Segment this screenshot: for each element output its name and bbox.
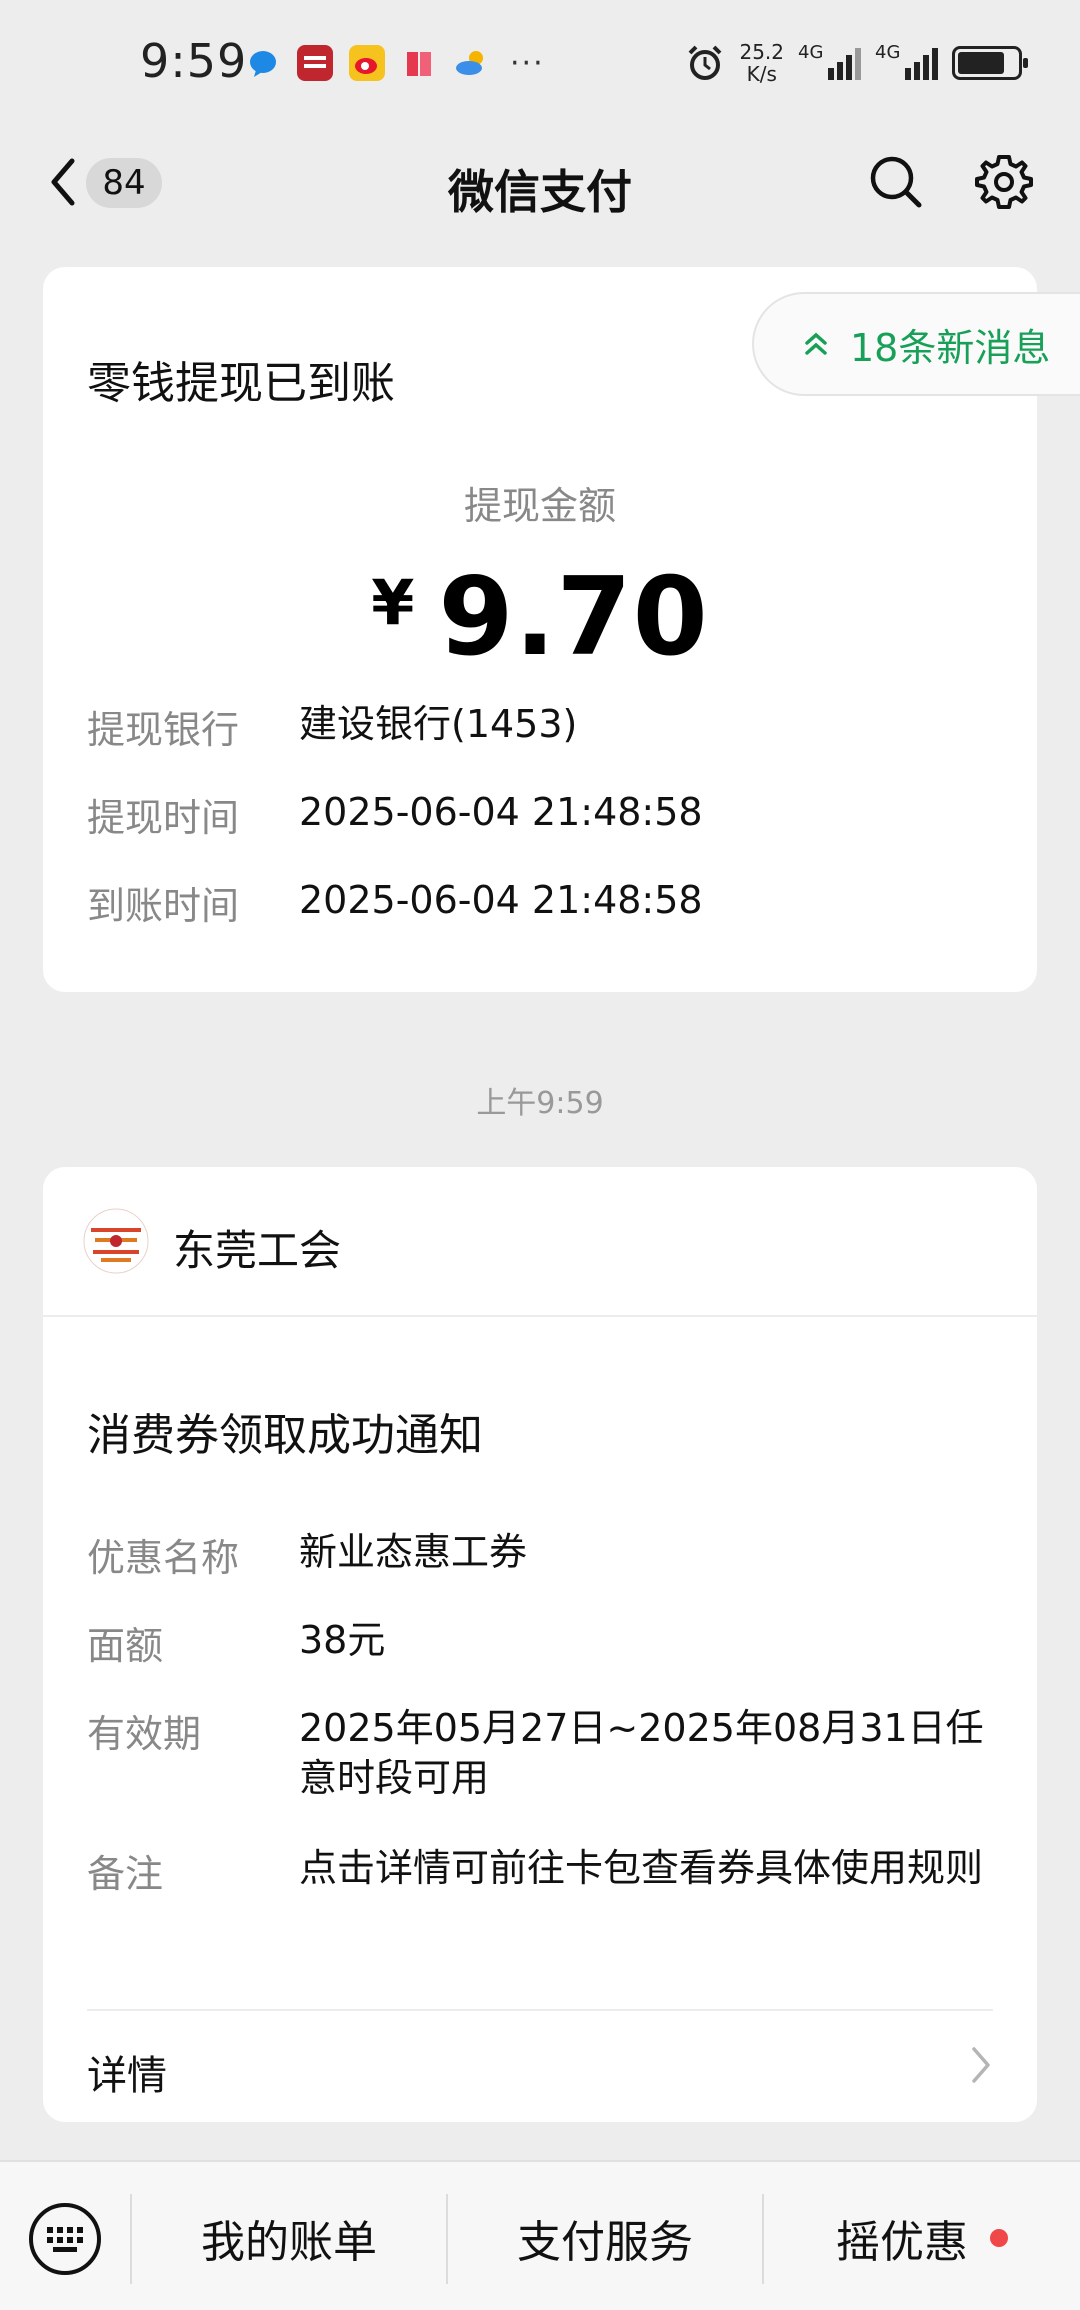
info-key: 提现时间 — [87, 796, 240, 840]
alarm-icon — [689, 45, 722, 80]
amount-value: 9.70 — [438, 555, 709, 680]
status-bar: 9:59 ··· 25.2 K/s 4G 4G — [0, 0, 1080, 120]
weather-icon — [456, 51, 483, 75]
battery-icon — [952, 46, 1028, 80]
info-key: 有效期 — [87, 1712, 202, 1756]
settings-button[interactable] — [974, 150, 1034, 214]
menu-payment-services[interactable]: 支付服务 — [448, 2190, 762, 2286]
info-value: 2025年05月27日~2025年08月31日任意时段可用 — [299, 1706, 984, 1800]
info-key: 到账时间 — [87, 884, 240, 928]
info-value: 点击详情可前往卡包查看券具体使用规则 — [299, 1846, 984, 1890]
info-value: 建设银行(1453) — [299, 702, 578, 746]
chevron-right-icon — [972, 2047, 990, 2083]
official-account-header[interactable]: 东莞工会 — [43, 1167, 1037, 1317]
keyboard-toggle-button[interactable] — [28, 2202, 102, 2276]
nav-bar: 84 微信支付 — [0, 120, 1080, 245]
weibo-icon — [349, 45, 385, 81]
menu-shake-offers-label: 摇优惠 — [836, 2217, 968, 2268]
info-value: 2025-06-04 21:48:58 — [299, 790, 703, 834]
signal-sim1-icon: 4G — [798, 42, 861, 80]
gear-icon — [975, 155, 1033, 209]
info-key: 备注 — [87, 1852, 164, 1896]
search-button[interactable] — [866, 150, 926, 214]
official-account-name: 东莞工会 — [173, 1226, 342, 1275]
new-messages-button[interactable]: 18条新消息 — [752, 292, 1080, 396]
details-link[interactable]: 详情 — [87, 2017, 993, 2117]
notification-dot — [990, 2229, 1008, 2247]
withdrawal-heading: 零钱提现已到账 — [87, 358, 395, 409]
info-value: 新业态惠工券 — [299, 1530, 528, 1574]
card-divider — [87, 2009, 993, 2011]
search-icon — [870, 156, 922, 208]
withdrawal-amount: ¥9.70 — [43, 555, 1037, 680]
messages-icon — [250, 51, 276, 77]
info-key: 面额 — [87, 1624, 164, 1668]
union-logo-icon — [83, 1208, 149, 1274]
network-speed: 25.2 K/s — [739, 40, 784, 86]
menu-my-bills[interactable]: 我的账单 — [132, 2190, 446, 2286]
signal-sim2-icon: 4G — [875, 42, 938, 80]
double-chevron-up-icon — [805, 332, 827, 355]
info-value: 38元 — [299, 1618, 386, 1662]
more-notifications: ··· — [510, 45, 545, 81]
info-key: 优惠名称 — [87, 1536, 240, 1580]
system-indicators: 25.2 K/s 4G 4G — [685, 38, 1028, 88]
book-app-icon — [407, 52, 431, 76]
currency-symbol: ¥ — [371, 566, 415, 639]
menu-shake-offers[interactable]: 摇优惠 — [764, 2190, 1080, 2286]
info-value: 2025-06-04 21:48:58 — [299, 878, 703, 922]
bottom-menu-bar: 我的账单 支付服务 摇优惠 — [0, 2160, 1080, 2310]
new-messages-label: 18条新消息 — [850, 325, 1051, 370]
amount-label: 提现金额 — [463, 484, 616, 528]
info-key: 提现银行 — [87, 708, 240, 752]
notification-icons: ··· — [244, 44, 545, 82]
message-timestamp: 上午9:59 — [476, 1086, 604, 1121]
keyboard-icon — [29, 2203, 101, 2275]
leishen-app-icon — [297, 45, 333, 81]
coupon-notice-card[interactable]: 东莞工会 消费券领取成功通知 优惠名称 新业态惠工券 面额 38元 有效期 20… — [43, 1167, 1037, 2122]
details-label: 详情 — [87, 2053, 167, 2099]
coupon-heading: 消费券领取成功通知 — [87, 1410, 483, 1461]
status-time: 9:59 — [140, 34, 248, 88]
